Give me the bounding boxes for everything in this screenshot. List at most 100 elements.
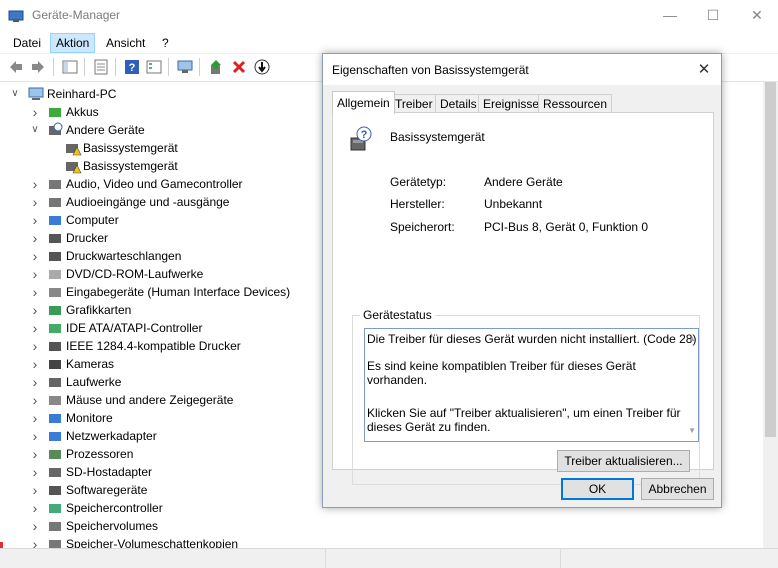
chevron-right-icon[interactable]: › — [30, 229, 40, 247]
menu-ansicht[interactable]: Ansicht — [101, 34, 150, 52]
tree-item[interactable]: › Audioeingänge und -ausgänge — [0, 193, 320, 211]
update-driver-button[interactable]: Treiber aktualisieren... — [557, 450, 690, 472]
window-title: Geräte-Manager — [32, 8, 121, 22]
chevron-right-icon[interactable]: › — [30, 337, 40, 355]
cancel-button[interactable]: Abbrechen — [641, 478, 714, 500]
tree-item[interactable]: › IEEE 1284.4-kompatible Drucker — [0, 337, 320, 355]
properties-dialog: Eigenschaften von Basissystemgerät ✕ All… — [322, 53, 722, 508]
tree-item[interactable]: › Monitore — [0, 409, 320, 427]
unknown-device-icon: ? — [350, 126, 372, 151]
tree-item[interactable]: › Mäuse und andere Zeigegeräte — [0, 391, 320, 409]
forward-arrow-icon[interactable] — [30, 59, 46, 75]
chevron-right-icon[interactable]: › — [30, 103, 40, 121]
uninstall-icon[interactable] — [231, 59, 247, 75]
software-device-icon — [49, 486, 61, 495]
disc-icon — [49, 270, 61, 279]
chevron-right-icon[interactable]: › — [30, 265, 40, 283]
tree-item[interactable]: › SD-Hostadapter — [0, 463, 320, 481]
tab-allgemein[interactable]: Allgemein — [332, 91, 395, 114]
tree-item[interactable]: › Kameras — [0, 355, 320, 373]
chevron-down-icon[interactable]: ∨ — [30, 121, 40, 139]
help-icon[interactable]: ? — [124, 59, 140, 75]
tree-item-label: DVD/CD-ROM-Laufwerke — [66, 267, 204, 281]
tree-item-label: Laufwerke — [66, 375, 122, 389]
tree-item-label: Drucker — [66, 231, 109, 245]
disable-device-icon[interactable] — [254, 59, 270, 75]
tree-item-label: Audio, Video und Gamecontroller — [66, 177, 243, 191]
menu-help[interactable]: ? — [157, 34, 174, 52]
tree-item[interactable]: › Netzwerkadapter — [0, 427, 320, 445]
tree-item-label: Kameras — [66, 357, 115, 371]
scan-hardware-icon[interactable] — [177, 59, 193, 75]
chevron-right-icon[interactable]: › — [30, 517, 40, 535]
chevron-right-icon[interactable]: › — [30, 211, 40, 229]
tree-item[interactable]: Basissystemgerät — [0, 139, 320, 157]
maximize-button[interactable]: ☐ — [690, 0, 736, 31]
tree-item-label: Andere Geräte — [66, 123, 145, 137]
show-hide-console-tree-icon[interactable] — [62, 59, 78, 75]
tab-treiber[interactable]: Treiber — [390, 94, 438, 113]
tree-item[interactable]: › Computer — [0, 211, 320, 229]
tree-item[interactable]: ∨ Andere Geräte — [0, 121, 320, 139]
chevron-down-icon[interactable]: ∨ — [10, 85, 20, 103]
speaker-icon — [49, 180, 61, 189]
tree-item[interactable]: › Akkus — [0, 103, 320, 121]
tree-item[interactable]: › Grafikkarten — [0, 301, 320, 319]
tree-item[interactable]: › DVD/CD-ROM-Laufwerke — [0, 265, 320, 283]
close-button[interactable]: ✕ — [734, 0, 778, 31]
speaker-icon — [49, 198, 61, 207]
processor-icon — [49, 450, 61, 459]
tree-item[interactable]: › Speichervolumes — [0, 517, 320, 535]
computer-icon — [28, 87, 44, 100]
tree-item[interactable]: › Prozessoren — [0, 445, 320, 463]
warning-device-icon — [66, 162, 82, 174]
printer-icon — [49, 234, 61, 243]
menu-aktion[interactable]: Aktion — [50, 33, 96, 53]
tree-item[interactable]: › Softwaregeräte — [0, 481, 320, 499]
tab-ressourcen[interactable]: Ressourcen — [538, 94, 613, 113]
tab-details[interactable]: Details — [435, 94, 482, 113]
minimize-button[interactable]: — — [647, 0, 693, 31]
vertical-scrollbar[interactable] — [763, 82, 778, 548]
tree-root[interactable]: ∨ Reinhard-PC — [0, 85, 320, 103]
tree-item-label: Druckwarteschlangen — [66, 249, 182, 263]
chevron-right-icon[interactable]: › — [30, 481, 40, 499]
chevron-right-icon[interactable]: › — [30, 463, 40, 481]
chevron-right-icon[interactable]: › — [30, 409, 40, 427]
tree-item[interactable]: › Speichercontroller — [0, 499, 320, 517]
scroll-down-icon[interactable]: ▼ — [688, 424, 696, 438]
chevron-right-icon[interactable]: › — [30, 355, 40, 373]
chevron-right-icon[interactable]: › — [30, 247, 40, 265]
scrollbar-thumb[interactable] — [765, 82, 776, 437]
chevron-right-icon[interactable]: › — [30, 445, 40, 463]
tree-item[interactable]: › Drucker — [0, 229, 320, 247]
tree-item[interactable]: › Eingabegeräte (Human Interface Devices) — [0, 283, 320, 301]
tree-item[interactable]: › Druckwarteschlangen — [0, 247, 320, 265]
chevron-right-icon[interactable]: › — [30, 283, 40, 301]
tab-ereignisse[interactable]: Ereignisse — [478, 94, 545, 113]
dialog-close-button[interactable]: ✕ — [689, 56, 719, 84]
properties-icon[interactable] — [93, 59, 109, 75]
chevron-right-icon[interactable]: › — [30, 499, 40, 517]
chevron-right-icon[interactable]: › — [30, 373, 40, 391]
menu-datei[interactable]: Datei — [8, 34, 46, 52]
tree-item[interactable]: › Laufwerke — [0, 373, 320, 391]
chevron-right-icon[interactable]: › — [30, 301, 40, 319]
chevron-right-icon[interactable]: › — [30, 319, 40, 337]
tree-item[interactable]: › IDE ATA/ATAPI-Controller — [0, 319, 320, 337]
tree-item-label: SD-Hostadapter — [66, 465, 153, 479]
tree-item[interactable]: › Audio, Video und Gamecontroller — [0, 175, 320, 193]
device-status-text[interactable]: Die Treiber für dieses Gerät wurden nich… — [364, 328, 699, 442]
chevron-right-icon[interactable]: › — [30, 427, 40, 445]
tree-item[interactable]: Basissystemgerät — [0, 157, 320, 175]
chevron-right-icon[interactable]: › — [30, 193, 40, 211]
action-view-icon[interactable] — [146, 59, 162, 75]
update-driver-icon[interactable] — [208, 59, 224, 75]
back-arrow-icon[interactable] — [8, 59, 24, 75]
ok-button[interactable]: OK — [561, 478, 634, 500]
field-label-manufacturer: Hersteller: — [390, 197, 445, 211]
chevron-right-icon[interactable]: › — [30, 175, 40, 193]
chevron-right-icon[interactable]: › — [30, 391, 40, 409]
tree-item-label: Eingabegeräte (Human Interface Devices) — [66, 285, 291, 299]
scroll-up-icon[interactable]: ▲ — [688, 332, 696, 346]
